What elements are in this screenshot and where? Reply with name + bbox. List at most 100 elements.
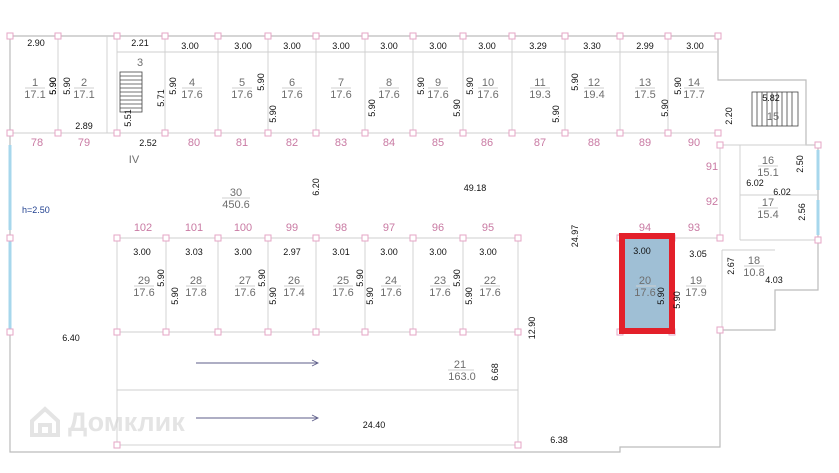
column-marker <box>714 129 722 137</box>
top-room-2-depth-b: 5.90 <box>62 77 72 95</box>
top-room-8-area: 17.6 <box>378 89 399 101</box>
axis-97: 97 <box>383 222 395 234</box>
room-18-width: 4.03 <box>765 275 783 285</box>
top-room-11-width: 3.29 <box>529 41 547 51</box>
axis-86: 86 <box>481 137 493 149</box>
room-17-number: 17 <box>762 197 774 209</box>
axis-78: 78 <box>31 137 43 149</box>
dim-6-40: 6.40 <box>62 333 80 343</box>
dim-2-52: 2.52 <box>139 138 157 148</box>
column-marker <box>312 32 320 40</box>
top-room-8-width: 3.00 <box>380 41 398 51</box>
bottom-room-22-depth: 5.90 <box>464 287 474 305</box>
dim-6-38: 6.38 <box>550 435 568 445</box>
column-marker <box>264 32 272 40</box>
top-room-10-number: 10 <box>482 77 494 89</box>
direction-arrows <box>196 359 320 422</box>
column-marker <box>264 129 272 137</box>
top-room-12-number: 12 <box>588 77 600 89</box>
top-room-2-number: 2 <box>81 77 87 89</box>
top-room-4-number: 4 <box>189 77 195 89</box>
bottom-room-29-depth: 5.90 <box>156 269 166 287</box>
column-marker <box>113 32 121 40</box>
axis-98: 98 <box>335 222 347 234</box>
axis-101: 101 <box>185 222 203 234</box>
top-room-2-area: 17.1 <box>73 89 94 101</box>
bottom-room-27-depth: 5.90 <box>257 269 267 287</box>
bottom-room-28-area: 17.8 <box>185 287 206 299</box>
axis-85: 85 <box>432 137 444 149</box>
top-room-2-depth: 5.90 <box>48 77 58 95</box>
bottom-room-28-depth: 5.90 <box>170 287 180 305</box>
room-30-number: 30 <box>230 187 242 199</box>
axis-92: 92 <box>706 196 718 208</box>
column-marker <box>459 32 467 40</box>
top-room-9-area: 17.6 <box>427 89 448 101</box>
bottom-room-23-depth: 5.90 <box>452 269 462 287</box>
bottom-rooms: 3.002917.65.903.032817.85.903.002717.65.… <box>133 247 500 305</box>
top-room-6-area: 17.6 <box>281 89 302 101</box>
bottom-room-23-number: 23 <box>434 275 446 287</box>
bottom-room-25-area: 17.6 <box>332 287 353 299</box>
room-20-number: 20 <box>639 275 651 287</box>
bottom-room-29-area: 17.6 <box>133 287 154 299</box>
top-room-6-width: 3.00 <box>283 41 301 51</box>
room-16-number: 16 <box>762 155 774 167</box>
column-marker <box>214 234 222 242</box>
bottom-room-27-area: 17.6 <box>234 287 255 299</box>
column-marker <box>113 234 121 242</box>
top-room-12-depth: 5.90 <box>570 73 580 91</box>
bottom-room-28-width: 3.03 <box>185 247 203 257</box>
top-room-7-width: 3.00 <box>332 41 350 51</box>
staircase-3 <box>119 71 143 113</box>
top-room-14-number: 14 <box>688 77 700 89</box>
room-16-width: 6.02 <box>746 178 764 188</box>
dim-49-18: 49.18 <box>464 183 487 193</box>
top-room-7-number: 7 <box>338 77 344 89</box>
dim-6-20: 6.20 <box>311 178 321 196</box>
column-marker <box>54 32 62 40</box>
bottom-room-23-area: 17.6 <box>429 287 450 299</box>
top-room-13-width: 2.99 <box>636 41 654 51</box>
column-marker <box>264 234 272 242</box>
bottom-room-25-width: 3.01 <box>332 247 350 257</box>
axis-81: 81 <box>236 137 248 149</box>
bottom-room-22-area: 17.6 <box>479 287 500 299</box>
top-room-4-depth: 5.90 <box>168 77 178 95</box>
axis-95: 95 <box>482 222 494 234</box>
column-marker <box>716 141 724 149</box>
column-marker <box>361 234 369 242</box>
top-room-9-depth: 5.90 <box>465 77 475 95</box>
top-room-4-width: 3.00 <box>181 41 199 51</box>
column-marker <box>616 32 624 40</box>
column-marker <box>214 129 222 137</box>
column-marker <box>162 234 170 242</box>
column-marker <box>113 441 121 449</box>
column-marker <box>312 129 320 137</box>
room-19-area: 17.9 <box>685 287 706 299</box>
column-marker <box>716 326 724 334</box>
column-marker <box>6 129 14 137</box>
bottom-room-24-area: 17.6 <box>380 287 401 299</box>
floor-plan: 30 450.6 IV h=2.50 21 163.0 6.68 2.89 5.… <box>6 32 822 453</box>
axis-labels: 78 79 80 81 82 83 84 85 86 87 88 89 90 102 101 100 99 98 9… <box>31 137 718 234</box>
column-marker <box>459 234 467 242</box>
bottom-room-29-width: 3.00 <box>133 247 151 257</box>
bottom-room-23-width: 3.00 <box>429 247 447 257</box>
axis-94: 94 <box>639 222 651 234</box>
axis-82: 82 <box>286 137 298 149</box>
top-room-7-area: 17.6 <box>330 89 351 101</box>
column-marker <box>54 129 62 137</box>
bottom-room-22-width: 3.00 <box>479 247 497 257</box>
house-logo-icon <box>30 406 60 437</box>
column-marker <box>161 32 169 40</box>
axis-100: 100 <box>234 222 252 234</box>
bottom-room-26-number: 26 <box>288 275 300 287</box>
top-room-11-depth: 5.90 <box>551 105 561 123</box>
top-room-1-number: 1 <box>32 77 38 89</box>
column-marker <box>6 234 14 242</box>
column-marker <box>409 328 417 336</box>
height-note: h=2.50 <box>22 205 50 215</box>
watermark: Домклик <box>28 405 185 439</box>
column-marker <box>409 234 417 242</box>
